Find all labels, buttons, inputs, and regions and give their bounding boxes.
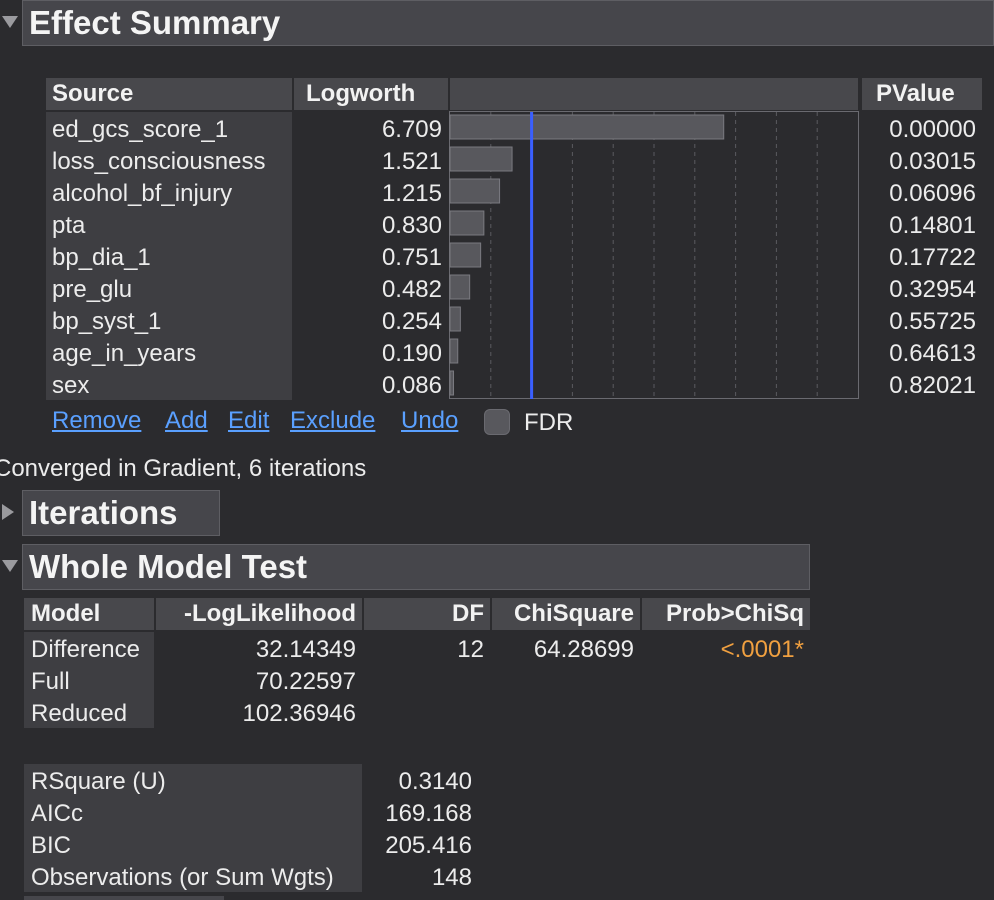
- logworth-header-text: Logworth: [306, 80, 416, 107]
- exclude-link[interactable]: Exclude: [290, 406, 375, 436]
- pvalue-cell: 0.82021: [889, 372, 976, 399]
- logworth-bar: [449, 146, 513, 172]
- logworth-cell: 1.521: [381, 148, 442, 175]
- stat-value: 169.168: [385, 800, 472, 827]
- expand-triangle-icon[interactable]: [2, 504, 14, 520]
- iterations-title-text: Iterations: [29, 494, 178, 531]
- chisquare-header-text: ChiSquare: [513, 600, 634, 627]
- logworth-bar-chart: [449, 111, 859, 399]
- model-header-text: Model: [31, 600, 101, 627]
- logworth-bar: [449, 210, 485, 236]
- probchisq-cell: [642, 666, 804, 698]
- model-cell: Full: [31, 668, 70, 695]
- stat-label: AICc: [31, 800, 84, 827]
- undo-link[interactable]: Undo: [401, 406, 458, 436]
- model-header: Model: [24, 598, 154, 630]
- source-header-text: Source: [52, 80, 134, 107]
- whole-model-title[interactable]: Whole Model Test: [22, 544, 810, 590]
- loglik-cell: 70.22597: [255, 668, 356, 695]
- logworth-cell: 6.709: [381, 116, 442, 143]
- logworth-cell: 0.482: [381, 276, 442, 303]
- loglik-cell: 102.36946: [242, 700, 356, 727]
- logworth-bar: [449, 274, 471, 300]
- df-cell: [364, 698, 484, 730]
- stat-label: BIC: [31, 832, 72, 859]
- model-cell: Difference: [31, 636, 140, 663]
- pvalue-cell: 0.17722: [889, 244, 976, 271]
- stat-value: 148: [431, 864, 472, 891]
- probchisq-cell: [642, 698, 804, 730]
- logworth-cell: 0.751: [381, 244, 442, 271]
- edit-link[interactable]: Edit: [228, 406, 269, 436]
- converged-text: Converged in Gradient, 6 iterations: [0, 455, 367, 482]
- collapse-triangle-icon[interactable]: [2, 560, 18, 572]
- source-cell: loss_consciousness: [52, 148, 266, 175]
- pvalue-cell: 0.00000: [889, 116, 976, 143]
- logworth-bar: [449, 242, 482, 268]
- loglik-cell: 32.14349: [255, 636, 356, 663]
- source-cell: ed_gcs_score_1: [52, 116, 229, 143]
- loglik-header-text: -LogLikelihood: [184, 600, 356, 627]
- logworth-header: Logworth: [294, 78, 448, 110]
- pvalue-cell: 0.64613: [889, 340, 976, 367]
- logworth-cell: 0.190: [381, 340, 442, 367]
- logworth-bar: [449, 370, 455, 396]
- fdr-label: FDR: [524, 409, 574, 436]
- collapse-triangle-icon[interactable]: [2, 16, 18, 28]
- model-cell: Reduced: [31, 700, 128, 727]
- source-cell: pta: [52, 212, 86, 239]
- source-cell: alcohol_bf_injury: [52, 180, 233, 207]
- pvalue-cell: 0.55725: [889, 308, 976, 335]
- source-cell: bp_dia_1: [52, 244, 151, 271]
- effect-summary-title[interactable]: Effect Summary: [22, 0, 994, 46]
- source-cell: pre_glu: [52, 276, 133, 303]
- chisquare-header: ChiSquare: [492, 598, 640, 630]
- bottom-divider: [24, 896, 224, 900]
- bar-header: [450, 78, 858, 110]
- source-cell: age_in_years: [52, 340, 197, 367]
- chisquare-cell: 64.28699: [533, 636, 634, 663]
- logworth-bar: [449, 306, 461, 332]
- chisquare-cell: [492, 698, 634, 730]
- stat-value: 0.3140: [398, 768, 472, 795]
- source-cell: sex: [52, 372, 90, 399]
- df-header: DF: [364, 598, 490, 630]
- df-cell: [364, 666, 484, 698]
- logworth-cell: 1.215: [381, 180, 442, 207]
- effect-summary-title-text: Effect Summary: [29, 4, 281, 41]
- probchisq-header-text: Prob>ChiSq: [665, 600, 804, 627]
- pvalue-cell: 0.32954: [889, 276, 976, 303]
- pvalue-cell: 0.03015: [889, 148, 976, 175]
- logworth-cell: 0.254: [381, 308, 442, 335]
- probchisq-cell: <.0001*: [720, 636, 804, 663]
- logworth-bar: [449, 178, 501, 204]
- logworth-bar: [449, 338, 459, 364]
- remove-link[interactable]: Remove: [52, 406, 141, 436]
- df-header-text: DF: [452, 600, 484, 627]
- logworth-cell: 0.086: [381, 372, 442, 399]
- pvalue-header: PValue: [862, 78, 982, 110]
- fdr-checkbox[interactable]: [484, 409, 510, 435]
- pvalue-cell: 0.06096: [889, 180, 976, 207]
- add-link[interactable]: Add: [165, 406, 208, 436]
- loglik-header: -LogLikelihood: [156, 598, 362, 630]
- pvalue-header-text: PValue: [876, 80, 955, 107]
- chisquare-cell: [492, 666, 634, 698]
- probchisq-header: Prob>ChiSq: [642, 598, 810, 630]
- source-cell: bp_syst_1: [52, 308, 162, 335]
- df-cell: 12: [457, 636, 484, 663]
- logworth-bar: [449, 114, 725, 140]
- stat-label: RSquare (U): [31, 768, 166, 795]
- logworth-cell: 0.830: [381, 212, 442, 239]
- stat-value: 205.416: [385, 832, 472, 859]
- pvalue-cell: 0.14801: [889, 212, 976, 239]
- stat-label: Observations (or Sum Wgts): [31, 864, 334, 891]
- source-header: Source: [46, 78, 292, 110]
- whole-model-title-text: Whole Model Test: [29, 548, 308, 585]
- iterations-title[interactable]: Iterations: [22, 490, 220, 536]
